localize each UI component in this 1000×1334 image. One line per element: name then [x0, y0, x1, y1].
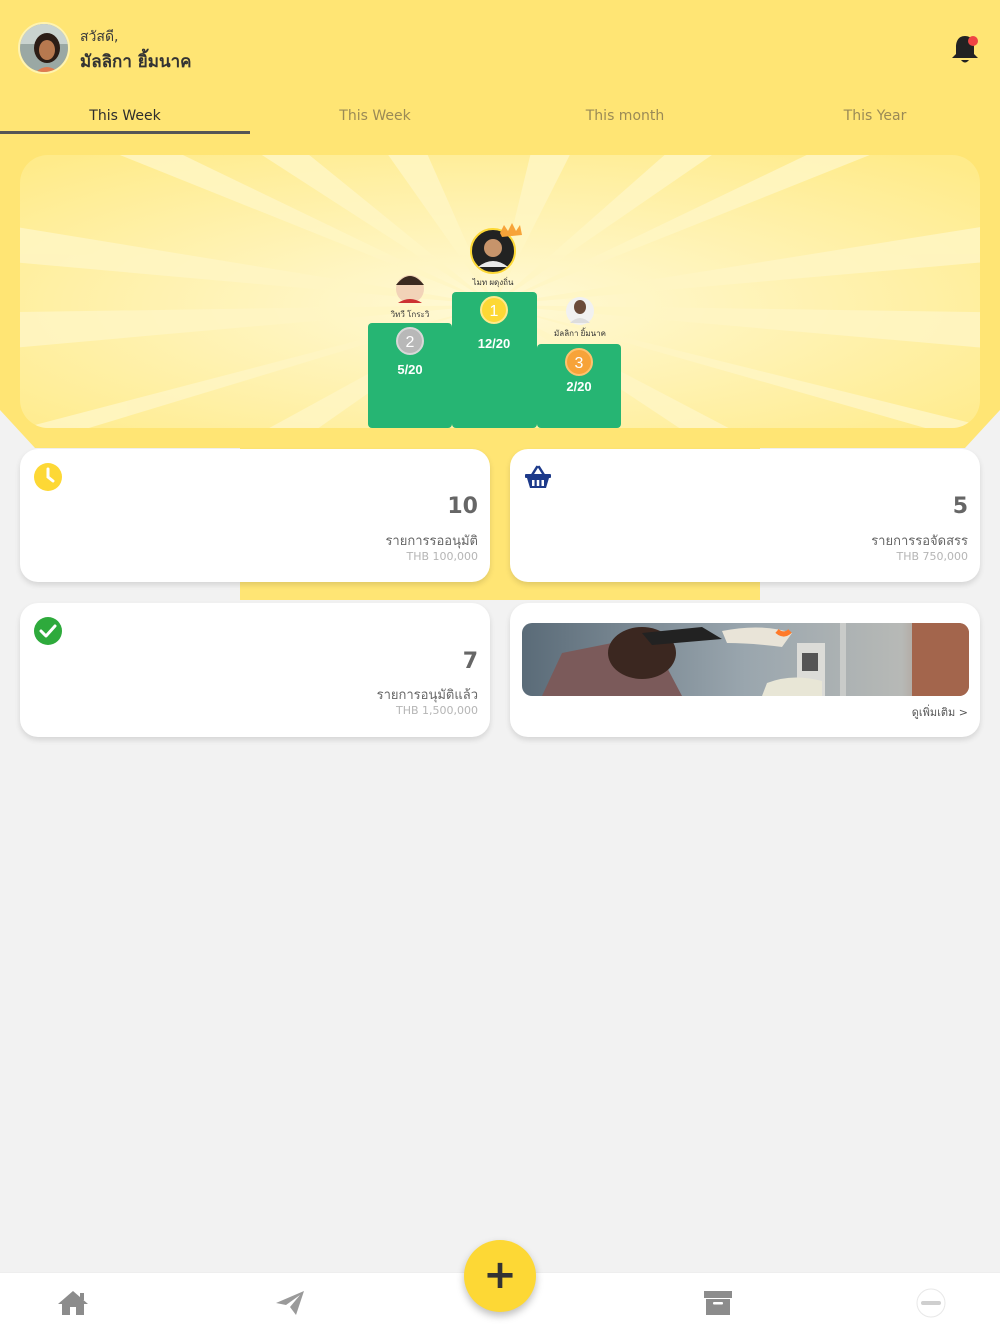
promo-card[interactable]: ดูเพิ่มเติม >: [510, 603, 980, 737]
tab-this-week-2[interactable]: This Week: [250, 104, 500, 134]
pending-card[interactable]: 10 รายการรออนุมัติ THB 100,000: [20, 449, 490, 582]
score-first: 12/20: [478, 336, 511, 351]
user-avatar[interactable]: [18, 22, 70, 74]
rank-badge-1: 1: [480, 296, 508, 324]
plus-icon: +: [483, 1252, 517, 1298]
pending-label: รายการรออนุมัติ: [385, 534, 478, 549]
avatar-second[interactable]: [396, 275, 424, 303]
add-button[interactable]: +: [464, 1240, 536, 1312]
logo-icon[interactable]: [913, 1287, 949, 1319]
svg-text:3: 3: [575, 355, 584, 372]
pending-count: 10: [447, 494, 478, 519]
approved-label: รายการอนุมัติแล้ว: [376, 688, 478, 703]
send-icon[interactable]: [272, 1287, 308, 1319]
approved-count: 7: [462, 649, 478, 674]
tab-this-month[interactable]: This month: [500, 104, 750, 134]
rank-badge-2: 2: [396, 327, 424, 355]
name-second: วิทวี โกระวิ: [390, 309, 429, 319]
tab-this-year[interactable]: This Year: [750, 104, 1000, 134]
leaderboard-card: 2 1 3 5/20 12/20 2/20 วิทวี โกระวิ ไมท ผ…: [20, 155, 980, 428]
clock-icon: [34, 463, 62, 491]
allocation-amount: THB 750,000: [896, 550, 968, 563]
rank-badge-3: 3: [565, 348, 593, 376]
name-first: ไมท ผดุงถิ่น: [472, 276, 514, 287]
svg-text:1: 1: [490, 303, 499, 320]
basket-icon: [524, 463, 552, 491]
score-third: 2/20: [566, 379, 591, 394]
allocation-count: 5: [952, 494, 968, 519]
approved-card[interactable]: 7 รายการอนุมัติแล้ว THB 1,500,000: [20, 603, 490, 737]
archive-icon[interactable]: [700, 1287, 736, 1319]
period-tabs: This Week This Week This month This Year: [0, 104, 1000, 134]
see-more-link[interactable]: ดูเพิ่มเติม >: [912, 703, 968, 721]
svg-text:2: 2: [406, 334, 415, 351]
approved-amount: THB 1,500,000: [395, 704, 478, 717]
allocation-label: รายการรอจัดสรร: [871, 534, 968, 549]
allocation-card[interactable]: 5 รายการรอจัดสรร THB 750,000: [510, 449, 980, 582]
promo-image[interactable]: [522, 623, 969, 696]
avatar-third[interactable]: [566, 297, 594, 325]
greeting-text: สวัสดี,: [80, 29, 119, 45]
pending-amount: THB 100,000: [406, 550, 478, 563]
notification-dot: [968, 36, 978, 46]
score-second: 5/20: [397, 362, 422, 377]
header: สวัสดี, มัลลิกา ยิ้มนาค: [0, 0, 1000, 90]
notification-bell-icon[interactable]: [948, 32, 982, 66]
home-icon[interactable]: [55, 1287, 91, 1319]
tab-this-week[interactable]: This Week: [0, 104, 250, 134]
name-third: มัลลิกา ยิ้มนาค: [554, 327, 606, 338]
user-name: มัลลิกา ยิ้มนาค: [80, 52, 192, 72]
check-circle-icon: [34, 617, 62, 645]
